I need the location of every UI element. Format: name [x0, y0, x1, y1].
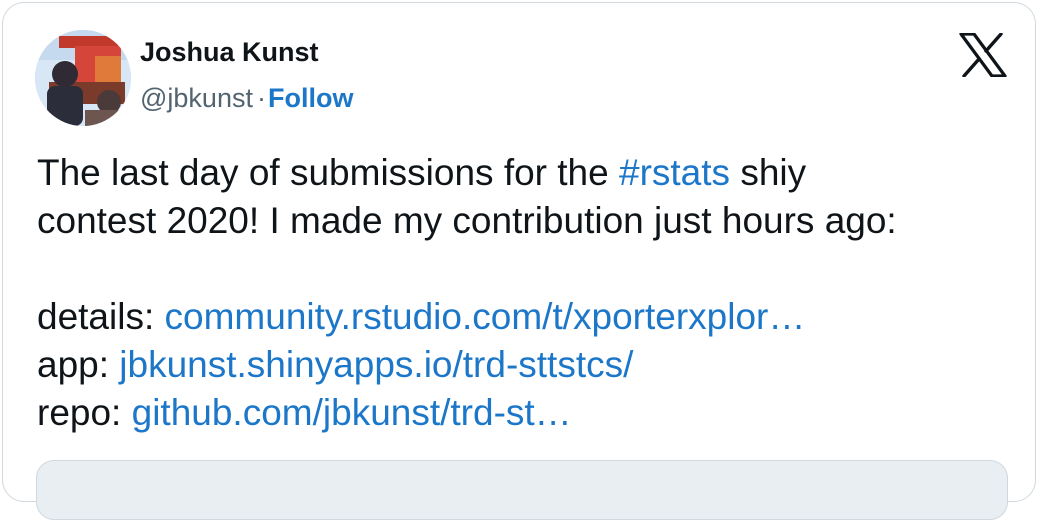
- separator-dot: ·: [256, 83, 266, 113]
- tweet-line-details: details: community.rstudio.com/t/xporter…: [37, 293, 1027, 341]
- link-preview-card[interactable]: [36, 460, 1008, 520]
- app-label: app:: [37, 344, 120, 385]
- author-handle[interactable]: @jbkunst: [140, 83, 253, 113]
- hashtag-link[interactable]: #rstats: [619, 152, 730, 193]
- author-meta: @jbkunst ·Follow: [140, 83, 353, 114]
- avatar-image: [35, 30, 131, 126]
- repo-label: repo:: [37, 392, 132, 433]
- tweet-line-1: The last day of submissions for the #rst…: [37, 149, 1027, 197]
- x-logo-icon[interactable]: [959, 32, 1007, 78]
- repo-link[interactable]: github.com/jbkunst/trd-st…: [132, 392, 572, 433]
- tweet-card: Joshua Kunst @jbkunst ·Follow The last da…: [2, 2, 1036, 520]
- tweet-line-repo: repo: github.com/jbkunst/trd-st…: [37, 389, 1027, 437]
- tweet-line-app: app: jbkunst.shinyapps.io/trd-sttstcs/: [37, 341, 1027, 389]
- author-name[interactable]: Joshua Kunst: [140, 37, 319, 68]
- avatar[interactable]: [35, 30, 131, 126]
- details-label: details:: [37, 296, 165, 337]
- tweet-line-2: contest 2020! I made my contribution jus…: [37, 200, 897, 241]
- tweet-text-segment: The last day of submissions for the: [37, 152, 619, 193]
- tweet-text: The last day of submissions for the #rst…: [37, 149, 1027, 437]
- tweet-text-segment: shiy: [730, 152, 807, 193]
- app-link[interactable]: jbkunst.shinyapps.io/trd-sttstcs/: [119, 344, 633, 385]
- follow-button[interactable]: Follow: [268, 83, 353, 113]
- details-link[interactable]: community.rstudio.com/t/xporterxplor…: [165, 296, 806, 337]
